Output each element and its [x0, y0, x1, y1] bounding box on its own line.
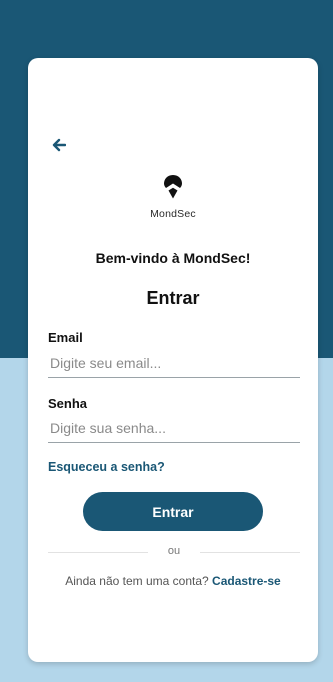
divider-line-right	[200, 552, 300, 553]
login-card: MondSec Bem-vindo à MondSec! Entrar Emai…	[28, 58, 318, 662]
page-title: Entrar	[146, 288, 200, 308]
back-button[interactable]	[48, 134, 70, 156]
signup-row: Ainda não tem uma conta? Cadastre-se	[28, 574, 318, 588]
brand-name: MondSec	[150, 208, 196, 220]
arrow-left-icon	[52, 138, 66, 152]
location-pin-logo-icon	[164, 175, 182, 199]
login-button[interactable]: Entrar	[83, 492, 263, 531]
password-field[interactable]	[48, 413, 300, 443]
or-divider: ou	[48, 545, 300, 559]
signup-prompt: Ainda não tem uma conta?	[65, 574, 209, 588]
welcome-text: Bem-vindo à MondSec!	[95, 250, 251, 266]
divider-text: ou	[167, 545, 181, 557]
password-label: Senha	[48, 396, 88, 411]
email-label: Email	[48, 330, 83, 345]
brand-logo: MondSec	[28, 173, 318, 220]
forgot-password-link[interactable]: Esqueceu a senha?	[48, 460, 165, 474]
email-field[interactable]	[48, 348, 300, 378]
signup-link[interactable]: Cadastre-se	[212, 574, 281, 588]
